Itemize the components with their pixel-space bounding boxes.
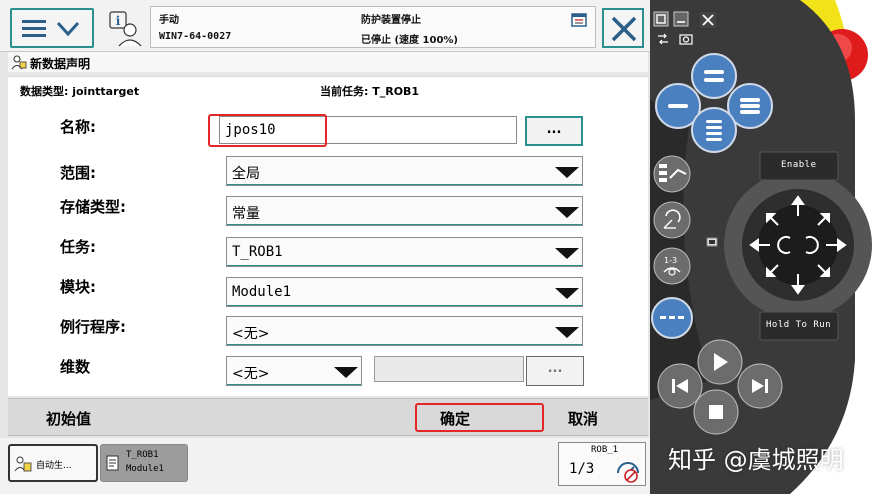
action-bar: 初始值 确定 取消 (8, 398, 648, 436)
step-backward-icon[interactable] (666, 372, 694, 400)
close-window-icon[interactable] (700, 12, 716, 28)
routine-label: 例行程序: (60, 318, 126, 336)
speed-override-icon (617, 462, 639, 483)
routine-dropdown-arrow-icon (555, 327, 579, 338)
main-menu-button[interactable] (10, 8, 94, 48)
toggle-increment-icon[interactable] (658, 306, 686, 330)
data-type-label: 数据类型: jointtarget (20, 85, 140, 98)
scope-dropdown-arrow-icon (555, 167, 579, 178)
scope-value: 全局 (232, 166, 260, 182)
event-log-icon[interactable]: i (104, 8, 144, 48)
minimize-window-icon[interactable] (674, 12, 688, 26)
mechanical-unit-label: ROB_1 (591, 445, 619, 455)
module-label: 模块: (60, 278, 96, 296)
toggle-axis-mode-icon[interactable]: 1-3 (658, 252, 686, 280)
storage-type-label: 存储类型: (60, 198, 126, 216)
toggle-motion-mode-icon[interactable] (658, 206, 686, 234)
programmable-key-2-icon[interactable] (664, 92, 692, 120)
program-tab-module: Module1 (126, 464, 164, 474)
taskbar: 自动生... T_ROB1 Module1 ROB_1 1/3 (0, 438, 650, 494)
run-status: 已停止 (速度 100%) (361, 35, 458, 46)
dimension-size-input[interactable] (374, 356, 524, 382)
taskbar-program-tab[interactable]: T_ROB1 Module1 (100, 444, 188, 482)
status-window-icon[interactable] (571, 13, 587, 27)
svg-text:i: i (116, 14, 121, 28)
pendant-body-graphic (650, 0, 872, 494)
ok-highlight-box (415, 403, 544, 432)
stop-icon[interactable] (702, 398, 730, 426)
name-highlight-box (208, 114, 327, 147)
hold-to-run-label: Hold To Run (766, 320, 832, 330)
module-dropdown[interactable]: Module1 (226, 277, 583, 307)
routine-value: <无> (232, 326, 270, 342)
operating-mode: 手动 (159, 15, 179, 26)
close-icon (611, 16, 637, 42)
step-forward-icon[interactable] (746, 372, 774, 400)
task-value: T_ROB1 (232, 244, 283, 260)
task-dropdown-arrow-icon (555, 248, 579, 259)
watermark: 知乎 @虞城照明 (668, 446, 844, 474)
dimension-dropdown-arrow-icon (334, 367, 358, 378)
auto-task-label: 自动生... (36, 461, 72, 471)
pendant-hardware: 1-3 Enable Hold To Run (650, 0, 887, 494)
scope-label: 范围: (60, 164, 96, 182)
svg-text:1-3: 1-3 (664, 256, 677, 265)
scope-dropdown[interactable]: 全局 (226, 156, 583, 186)
program-tab-task: T_ROB1 (126, 450, 159, 460)
hamburger-menu-icon (22, 20, 80, 37)
task-dropdown[interactable]: T_ROB1 (226, 237, 583, 267)
increment-fraction: 1/3 (569, 461, 595, 477)
module-value: Module1 (232, 284, 292, 300)
status-panel: 手动 WIN7-64-0027 防护装置停止 已停止 (速度 100%) (150, 6, 596, 48)
storage-type-value: 常量 (232, 206, 260, 222)
storage-dropdown-arrow-icon (555, 207, 579, 218)
swap-and-camera-icon[interactable] (656, 32, 696, 46)
window-title: 新数据声明 (30, 57, 91, 71)
module-dropdown-arrow-icon (555, 288, 579, 299)
task-label: 任务: (60, 238, 96, 256)
programmable-key-3-icon[interactable] (736, 92, 764, 120)
start-icon[interactable] (706, 348, 734, 376)
initial-value-button[interactable]: 初始值 (46, 408, 91, 429)
data-declaration-icon (11, 55, 27, 70)
cancel-button[interactable]: 取消 (568, 408, 598, 429)
controller-id: WIN7-64-0027 (159, 31, 232, 42)
restore-window-icon[interactable] (654, 12, 668, 26)
storage-type-dropdown[interactable]: 常量 (226, 196, 583, 226)
programmable-key-4-icon[interactable] (700, 116, 728, 144)
taskbar-auto-task[interactable]: 自动生... (8, 444, 98, 482)
select-mechanical-unit-icon[interactable] (656, 160, 690, 188)
top-status-bar: i 手动 WIN7-64-0027 防护装置停止 已停止 (速度 100%) (0, 0, 650, 52)
name-label: 名称: (60, 118, 96, 136)
current-task-label: 当前任务: T_ROB1 (320, 85, 420, 98)
programmable-key-1-icon[interactable] (700, 62, 728, 90)
dimension-dropdown[interactable]: <无> (226, 356, 362, 386)
window-title-bar: 新数据声明 (8, 52, 648, 72)
auto-task-icon (14, 456, 32, 472)
quickset-button[interactable]: ROB_1 1/3 (558, 442, 646, 486)
flexpendant-screen: i 手动 WIN7-64-0027 防护装置停止 已停止 (速度 100%) 新… (0, 0, 650, 494)
dimension-label: 维数 (60, 358, 91, 376)
enable-label: Enable (781, 160, 817, 170)
program-editor-icon (106, 455, 119, 471)
dimension-keyboard-button[interactable]: ... (526, 356, 584, 386)
routine-dropdown[interactable]: <无> (226, 316, 583, 346)
usb-port-icon (706, 237, 718, 247)
safety-status: 防护装置停止 (361, 15, 421, 26)
name-keyboard-button[interactable]: ... (525, 116, 583, 146)
close-button[interactable] (602, 8, 644, 48)
dimension-value: <无> (232, 366, 270, 382)
